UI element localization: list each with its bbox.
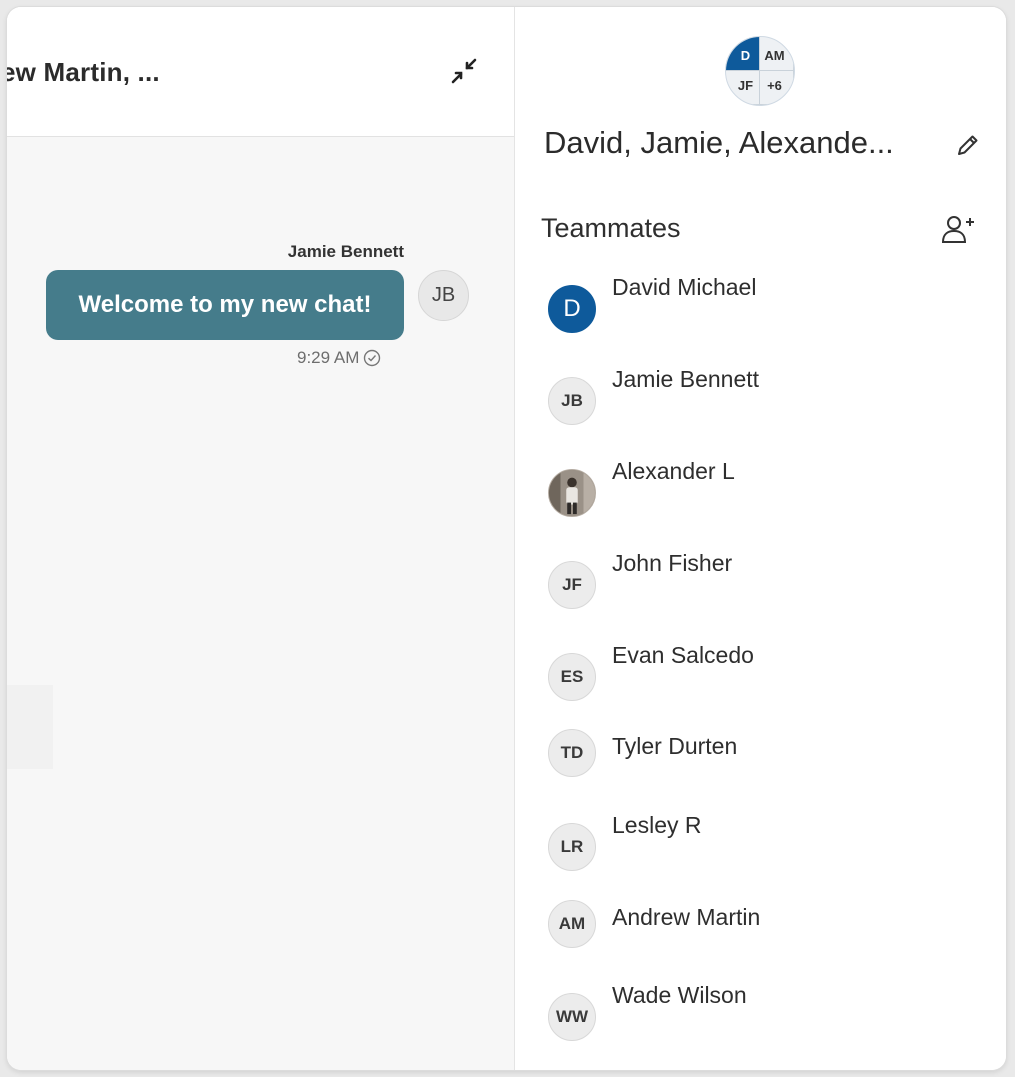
chat-window: ew Martin, ... Jamie Bennett Welcome to … <box>7 7 1006 1070</box>
message-meta: 9:29 AM <box>297 348 381 368</box>
teammate-row[interactable]: TD Tyler Durten <box>539 729 979 789</box>
message-sender: Jamie Bennett <box>287 242 404 261</box>
teammate-name: Alexander L <box>612 458 735 484</box>
add-person-icon <box>941 216 974 243</box>
teammate-row[interactable]: ES Evan Salcedo <box>539 642 979 705</box>
message-text: Welcome to my new chat! <box>78 291 372 318</box>
group-name: David, Jamie, Alexande... <box>544 125 894 160</box>
teammate-row[interactable]: JB Jamie Bennett <box>539 366 979 429</box>
teammate-avatar: LR <box>548 823 596 871</box>
message-avatar[interactable]: JB <box>418 270 469 321</box>
teammate-avatar <box>548 469 596 517</box>
group-avatar-cell: D <box>726 37 760 71</box>
composer-fragment <box>7 685 53 769</box>
group-avatar: D AM JF +6 <box>725 36 795 106</box>
teammate-name: Evan Salcedo <box>612 642 754 668</box>
pencil-icon <box>958 135 978 155</box>
check-circle-icon <box>364 349 381 367</box>
chat-header: ew Martin, ... <box>7 7 514 137</box>
teammate-avatar: AM <box>548 900 596 948</box>
teammate-avatar: WW <box>548 993 596 1041</box>
teammate-name: Andrew Martin <box>612 904 761 930</box>
group-avatar-cell: AM <box>760 37 794 71</box>
edit-group-name-button[interactable] <box>951 128 985 162</box>
teammate-name: Wade Wilson <box>612 982 747 1008</box>
teammate-name: Tyler Durten <box>612 733 738 759</box>
chat-pane: ew Martin, ... Jamie Bennett Welcome to … <box>7 7 515 1070</box>
add-teammate-button[interactable] <box>937 211 981 247</box>
group-avatar-cell: JF <box>726 71 760 105</box>
teammate-avatar: D <box>548 285 596 333</box>
teammate-avatar: JF <box>548 561 596 609</box>
teammate-avatar: JB <box>548 377 596 425</box>
minimize-icon <box>451 58 477 84</box>
teammates-heading: Teammates <box>541 213 681 243</box>
group-avatar-more-count: +6 <box>760 71 794 105</box>
teammate-row[interactable]: D David Michael <box>539 274 979 337</box>
message-bubble[interactable]: Welcome to my new chat! <box>46 270 404 340</box>
teammate-name: John Fisher <box>612 550 733 576</box>
message-time: 9:29 AM <box>297 348 360 367</box>
chat-title: ew Martin, ... <box>7 57 160 87</box>
teammate-row[interactable]: JF John Fisher <box>539 550 979 613</box>
teammate-name: Lesley R <box>612 812 702 838</box>
details-pane: D AM JF +6 David, Jamie, Alexande... Tea… <box>515 7 1006 1070</box>
teammate-name: Jamie Bennett <box>612 366 760 392</box>
teammate-avatar: ES <box>548 653 596 701</box>
teammate-row[interactable]: WW Wade Wilson <box>539 982 979 1045</box>
minimize-button[interactable] <box>447 54 481 88</box>
teammate-row[interactable]: AM Andrew Martin <box>539 900 979 960</box>
teammate-row[interactable]: Alexander L <box>539 458 979 521</box>
teammate-name: David Michael <box>612 274 757 300</box>
teammate-row[interactable]: LR Lesley R <box>539 812 979 875</box>
teammate-avatar: TD <box>548 729 596 777</box>
